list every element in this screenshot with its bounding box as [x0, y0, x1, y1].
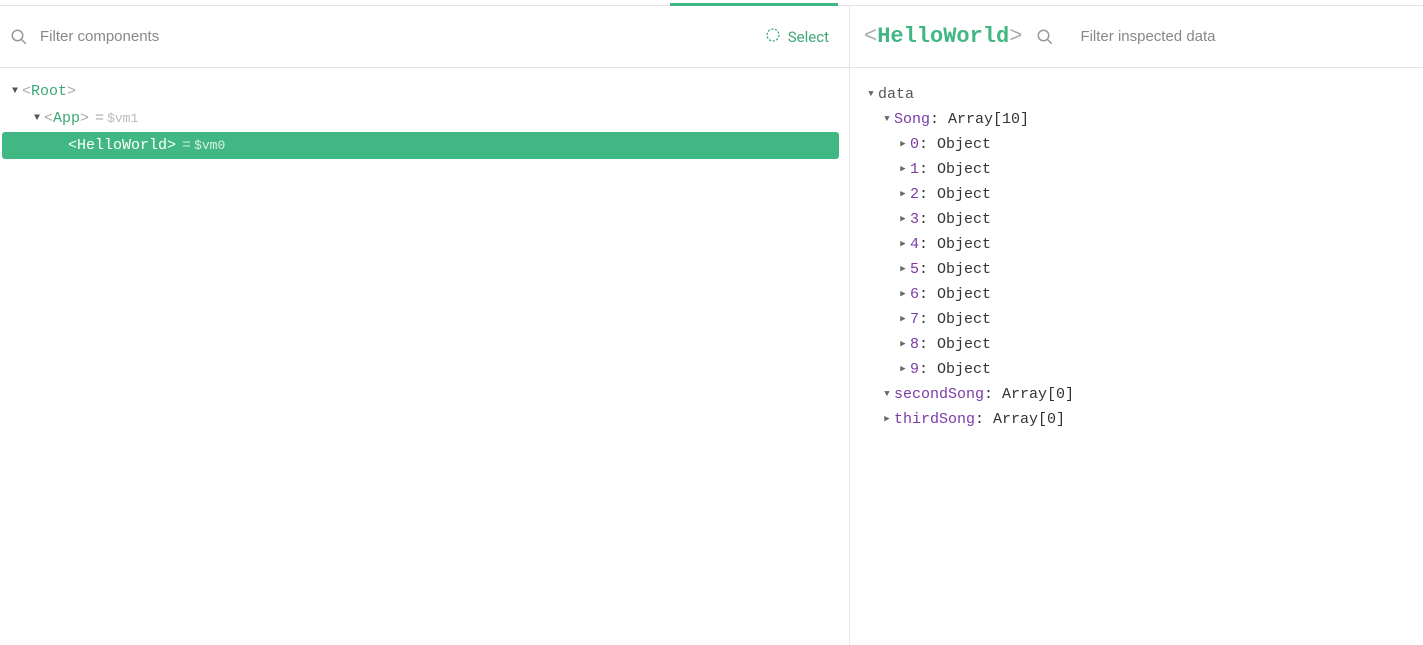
chevron-right-icon	[896, 282, 910, 307]
component-tag: <App>	[44, 110, 89, 127]
chevron-down-icon	[864, 82, 878, 107]
vm-reference: $vm1	[107, 111, 138, 126]
section-label: data	[878, 82, 914, 107]
search-icon	[1036, 28, 1054, 46]
data-node-thirdsong[interactable]: thirdSong: Array[0]	[864, 407, 1409, 432]
data-node-song-item[interactable]: 9: Object	[864, 357, 1409, 382]
data-node-song-item[interactable]: 3: Object	[864, 207, 1409, 232]
data-node-song-item[interactable]: 8: Object	[864, 332, 1409, 357]
component-tag: <HelloWorld>	[68, 137, 176, 154]
equals-separator: =	[182, 137, 191, 154]
target-icon	[764, 26, 782, 48]
select-component-button[interactable]: Select	[764, 26, 839, 48]
chevron-down-icon: ▼	[8, 86, 22, 97]
chevron-right-icon	[896, 132, 910, 157]
inspector-toolbar: <HelloWorld>	[850, 6, 1423, 68]
component-tag: <Root>	[22, 83, 76, 100]
data-node-song-item[interactable]: 5: Object	[864, 257, 1409, 282]
chevron-right-icon	[896, 332, 910, 357]
chevron-right-icon	[896, 357, 910, 382]
filter-inspected-data-input[interactable]	[1080, 28, 1409, 45]
chevron-down-icon	[880, 382, 894, 407]
chevron-right-icon	[880, 407, 894, 432]
vm-reference: $vm0	[194, 138, 225, 153]
data-section-header[interactable]: data	[864, 82, 1409, 107]
tree-node-root[interactable]: ▼ <Root>	[0, 78, 849, 105]
tree-node-app[interactable]: ▼ <App> = $vm1	[0, 105, 849, 132]
chevron-right-icon	[896, 157, 910, 182]
chevron-right-icon	[896, 182, 910, 207]
data-node-song-item[interactable]: 6: Object	[864, 282, 1409, 307]
main-container: Select ▼ <Root> ▼ <App> = $vm1	[0, 6, 1423, 645]
data-key: secondSong	[894, 386, 984, 403]
equals-separator: =	[95, 110, 104, 127]
chevron-right-icon	[896, 232, 910, 257]
data-value: Array[0]	[993, 411, 1065, 428]
selected-component-title: <HelloWorld>	[864, 24, 1022, 49]
data-node-song-item[interactable]: 1: Object	[864, 157, 1409, 182]
data-node-song[interactable]: Song: Array[10]	[864, 107, 1409, 132]
chevron-right-icon	[896, 257, 910, 282]
data-node-secondsong[interactable]: secondSong: Array[0]	[864, 382, 1409, 407]
data-node-song-item[interactable]: 7: Object	[864, 307, 1409, 332]
data-key: thirdSong	[894, 411, 975, 428]
select-button-label: Select	[788, 28, 829, 46]
data-node-song-item[interactable]: 0: Object	[864, 132, 1409, 157]
data-value: Array[0]	[1002, 386, 1074, 403]
tab-indicator-bar	[0, 0, 1423, 6]
component-tree: ▼ <Root> ▼ <App> = $vm1 <HelloWorld> =	[0, 68, 849, 159]
data-node-song-item[interactable]: 4: Object	[864, 232, 1409, 257]
data-value: Array[10]	[948, 111, 1029, 128]
inspector-panel: <HelloWorld> data Song: Array[10]	[850, 6, 1423, 645]
data-node-song-item[interactable]: 2: Object	[864, 182, 1409, 207]
chevron-right-icon	[896, 207, 910, 232]
components-panel: Select ▼ <Root> ▼ <App> = $vm1	[0, 6, 850, 645]
components-toolbar: Select	[0, 6, 849, 68]
tree-node-helloworld[interactable]: <HelloWorld> = $vm0	[2, 132, 839, 159]
chevron-right-icon	[896, 307, 910, 332]
chevron-down-icon	[880, 107, 894, 132]
data-tree: data Song: Array[10] 0: Object 1: Object	[850, 68, 1423, 446]
search-icon	[10, 28, 28, 46]
chevron-down-icon: ▼	[30, 113, 44, 124]
data-key: Song	[894, 111, 930, 128]
filter-components-input[interactable]	[40, 28, 764, 45]
